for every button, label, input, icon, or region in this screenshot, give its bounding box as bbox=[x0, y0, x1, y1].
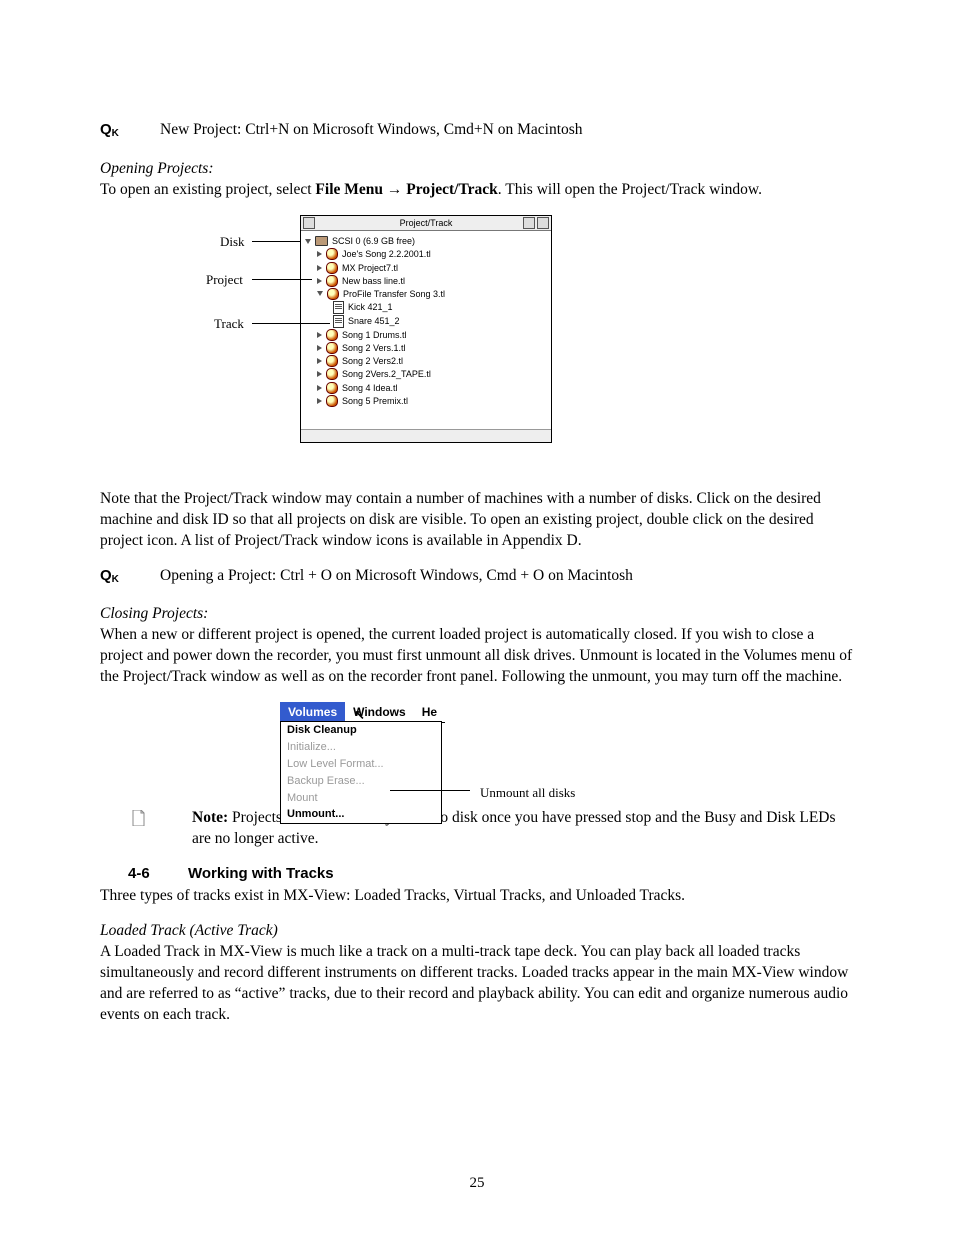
section-intro: Three types of tracks exist in MX-View: … bbox=[100, 886, 854, 907]
page: QK New Project: Ctrl+N on Microsoft Wind… bbox=[0, 0, 954, 1235]
callout-unmount: Unmount all disks bbox=[480, 784, 575, 802]
project-icon bbox=[326, 382, 338, 394]
opening-post: . This will open the Project/Track windo… bbox=[498, 181, 762, 198]
menu-item-backup-erase: Backup Erase... bbox=[281, 773, 441, 790]
menu-item-mount: Mount bbox=[281, 790, 441, 807]
project-row[interactable]: Song 5 Premix.tl bbox=[305, 394, 547, 407]
opening-arrow: → bbox=[387, 181, 403, 198]
project-icon bbox=[326, 355, 338, 367]
disclosure-icon[interactable] bbox=[317, 332, 322, 338]
project-track-titlebar: Project/Track bbox=[301, 216, 551, 231]
disclosure-icon[interactable] bbox=[317, 371, 322, 377]
project-icon bbox=[326, 342, 338, 354]
track-row[interactable]: Snare 451_2 bbox=[305, 314, 547, 328]
project-icon bbox=[326, 248, 338, 260]
project-track-note: Note that the Project/Track window may c… bbox=[100, 489, 854, 552]
opening-bold1: File Menu bbox=[315, 181, 386, 198]
project-icon bbox=[327, 288, 339, 300]
project-icon bbox=[326, 329, 338, 341]
disclosure-open-icon[interactable] bbox=[317, 291, 323, 296]
closing-text: When a new or different project is opene… bbox=[100, 626, 852, 685]
project-track-window: Project/Track SCSI 0 (6.9 GB free) Joe's… bbox=[300, 215, 552, 443]
section-heading-row: 4-6 Working with Tracks bbox=[100, 864, 854, 884]
project-icon bbox=[326, 368, 338, 380]
label-track: Track bbox=[214, 315, 244, 333]
menu-item-low-level-format: Low Level Format... bbox=[281, 756, 441, 773]
note-row: Note: Projects are automatically saved t… bbox=[100, 808, 854, 850]
qk-open-project-text: Opening a Project: Ctrl + O on Microsoft… bbox=[160, 566, 633, 587]
qk-row-open-project: QK Opening a Project: Ctrl + O on Micros… bbox=[100, 566, 854, 587]
opening-heading: Opening Projects: bbox=[100, 160, 214, 177]
menu-item-unmount[interactable]: Unmount... bbox=[281, 806, 441, 823]
track-row[interactable]: Kick 421_1 bbox=[305, 300, 547, 314]
project-row[interactable]: New bass line.tl bbox=[305, 274, 547, 287]
project-icon bbox=[326, 275, 338, 287]
callout-line bbox=[390, 790, 470, 791]
qk-k: K bbox=[112, 574, 119, 585]
project-row-open[interactable]: ProFile Transfer Song 3.tl bbox=[305, 287, 547, 300]
menu-volumes[interactable]: Volumes bbox=[280, 702, 345, 722]
volumes-dropdown: Disk Cleanup Initialize... Low Level For… bbox=[280, 721, 442, 824]
project-row[interactable]: Joe's Song 2.2.2001.tl bbox=[305, 248, 547, 261]
disclosure-open-icon[interactable] bbox=[305, 239, 311, 244]
label-disk: Disk bbox=[220, 233, 245, 251]
menu-item-disk-cleanup[interactable]: Disk Cleanup bbox=[281, 722, 441, 739]
closing-projects-block: Closing Projects: When a new or differen… bbox=[100, 604, 854, 688]
project-row[interactable]: Song 4 Idea.tl bbox=[305, 381, 547, 394]
note-label: Note: bbox=[192, 809, 228, 826]
disclosure-icon[interactable] bbox=[317, 265, 322, 271]
label-project: Project bbox=[206, 271, 243, 289]
note-page-icon bbox=[100, 808, 192, 826]
menu-bar: Volumes Windows He ↖ bbox=[280, 702, 445, 723]
project-icon bbox=[326, 262, 338, 274]
opening-bold2: Project/Track bbox=[402, 181, 497, 198]
status-bar bbox=[301, 430, 551, 442]
project-row[interactable]: MX Project7.tl bbox=[305, 261, 547, 274]
figure-volumes-menu: Volumes Windows He ↖ Disk Cleanup Initia… bbox=[280, 702, 854, 800]
loaded-text: A Loaded Track in MX-View is much like a… bbox=[100, 943, 848, 1023]
qk-q: Q bbox=[100, 121, 112, 138]
project-track-body: SCSI 0 (6.9 GB free) Joe's Song 2.2.2001… bbox=[301, 231, 551, 430]
section-number: 4-6 bbox=[100, 864, 188, 884]
project-row[interactable]: Song 2Vers.2_TAPE.tl bbox=[305, 368, 547, 381]
disclosure-icon[interactable] bbox=[317, 278, 322, 284]
disk-icon bbox=[315, 236, 328, 246]
disk-label: SCSI 0 (6.9 GB free) bbox=[332, 235, 415, 247]
qk-mark: QK bbox=[100, 566, 160, 586]
loaded-heading: Loaded Track (Active Track) bbox=[100, 922, 278, 939]
project-row[interactable]: Song 2 Vers2.tl bbox=[305, 355, 547, 368]
section-title: Working with Tracks bbox=[188, 864, 334, 884]
project-icon bbox=[326, 395, 338, 407]
page-number: 25 bbox=[100, 1173, 854, 1193]
menu-item-initialize: Initialize... bbox=[281, 739, 441, 756]
qk-k: K bbox=[112, 128, 119, 139]
qk-q: Q bbox=[100, 567, 112, 584]
track-icon bbox=[333, 315, 344, 328]
project-row[interactable]: Song 1 Drums.tl bbox=[305, 328, 547, 341]
loaded-track-block: Loaded Track (Active Track) A Loaded Tra… bbox=[100, 921, 854, 1026]
disk-row[interactable]: SCSI 0 (6.9 GB free) bbox=[305, 235, 547, 248]
disclosure-icon[interactable] bbox=[317, 385, 322, 391]
menu-he[interactable]: He bbox=[414, 702, 445, 722]
disclosure-icon[interactable] bbox=[317, 398, 322, 404]
project-row[interactable]: Song 2 Vers.1.tl bbox=[305, 342, 547, 355]
opening-pre: To open an existing project, select bbox=[100, 181, 315, 198]
qk-row-new-project: QK New Project: Ctrl+N on Microsoft Wind… bbox=[100, 120, 854, 141]
disclosure-icon[interactable] bbox=[317, 345, 322, 351]
track-icon bbox=[333, 301, 344, 314]
window-controls[interactable] bbox=[523, 217, 549, 229]
qk-new-project-text: New Project: Ctrl+N on Microsoft Windows… bbox=[160, 120, 583, 141]
project-track-title: Project/Track bbox=[400, 217, 453, 229]
close-icon[interactable] bbox=[303, 217, 315, 229]
disclosure-icon[interactable] bbox=[317, 358, 322, 364]
qk-mark: QK bbox=[100, 120, 160, 140]
disclosure-icon[interactable] bbox=[317, 251, 322, 257]
figure-project-track: Project/Track SCSI 0 (6.9 GB free) Joe's… bbox=[200, 215, 580, 473]
closing-heading: Closing Projects: bbox=[100, 605, 208, 622]
opening-projects-block: Opening Projects: To open an existing pr… bbox=[100, 159, 854, 201]
